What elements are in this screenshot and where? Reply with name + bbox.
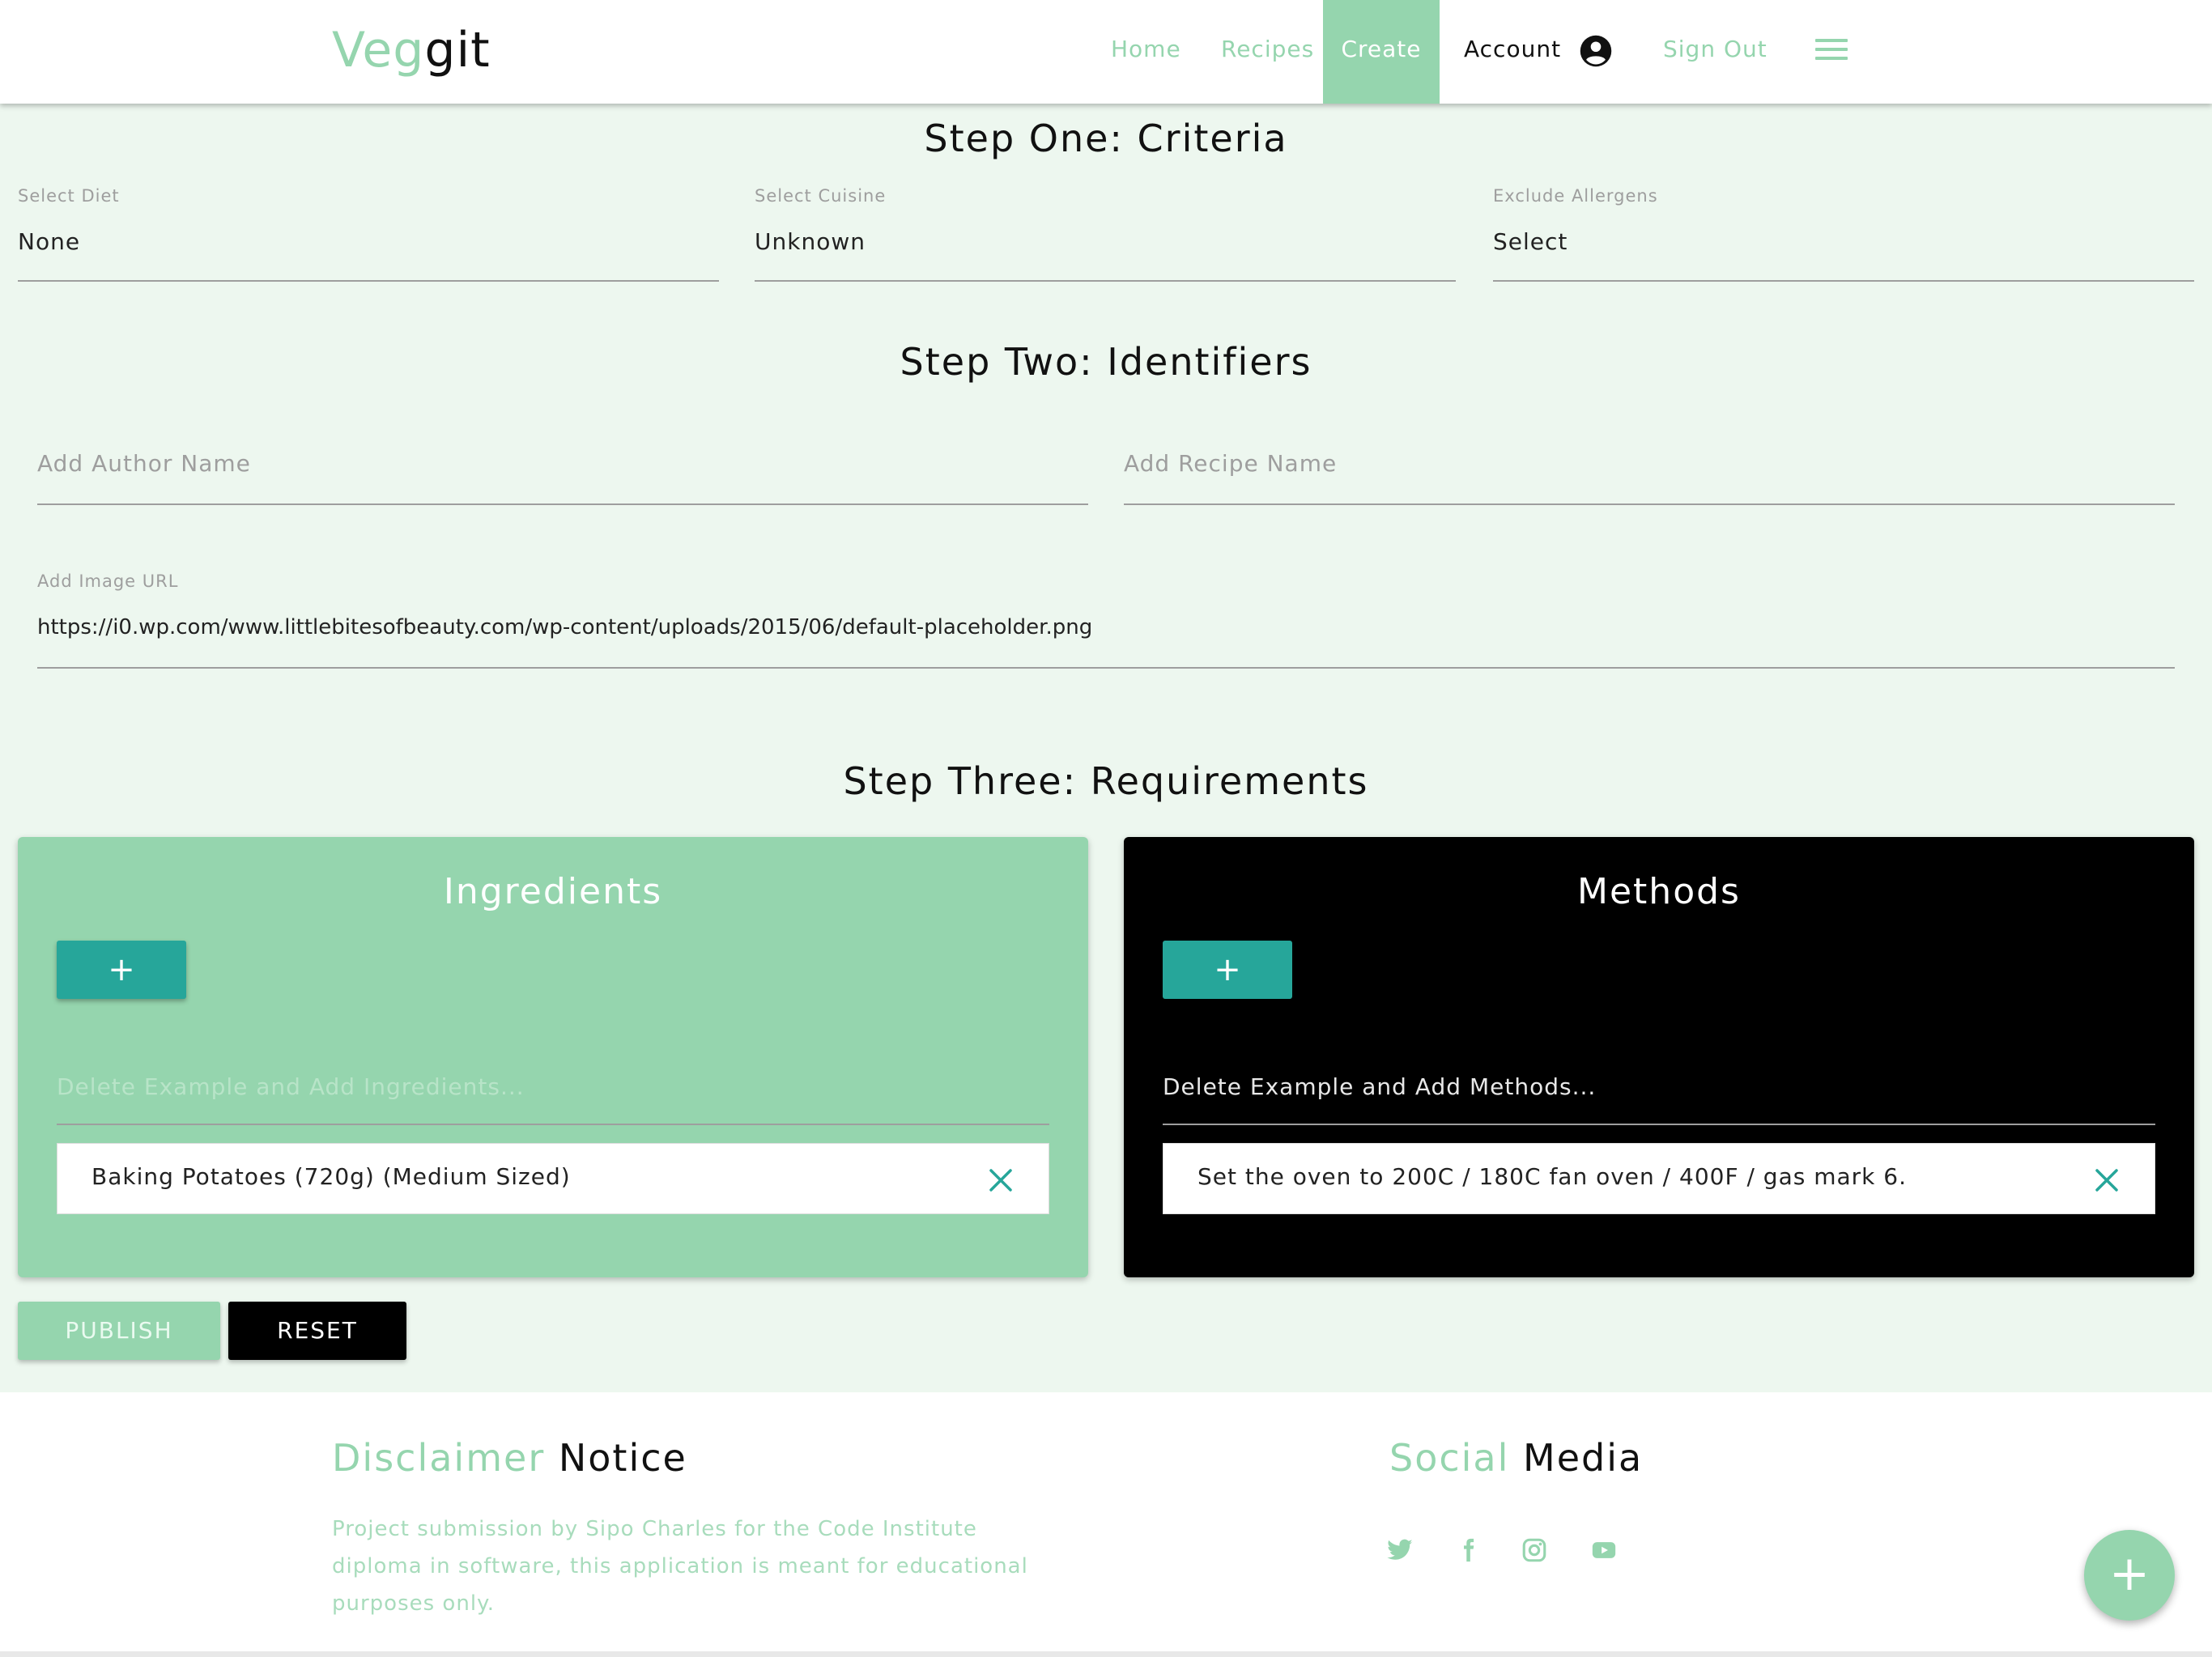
- nav-create[interactable]: Create: [1323, 0, 1440, 104]
- ingredient-item: Baking Potatoes (720g) (Medium Sized): [57, 1143, 1049, 1214]
- nav-account[interactable]: Account: [1464, 0, 1561, 104]
- nav-home[interactable]: Home: [1111, 0, 1181, 104]
- cuisine-select[interactable]: Select Cuisine Unknown: [755, 183, 1456, 282]
- method-input[interactable]: Delete Example and Add Methods...: [1163, 1028, 2155, 1125]
- step-one-heading: Step One: Criteria: [924, 117, 1288, 160]
- top-navbar: Veggit Home Recipes Create Account Sign …: [0, 0, 2212, 104]
- ingredients-card: Ingredients + Delete Example and Add Ing…: [18, 837, 1088, 1277]
- social-heading-accent: Social: [1389, 1436, 1510, 1480]
- step-two-heading: Step Two: Identifiers: [900, 340, 1312, 384]
- diet-value: None: [18, 228, 81, 255]
- author-name-input[interactable]: Add Author Name: [37, 437, 1088, 505]
- method-item: Set the oven to 200C / 180C fan oven / 4…: [1163, 1143, 2155, 1214]
- allergens-value: Select: [1493, 228, 1568, 255]
- cuisine-value: Unknown: [755, 228, 866, 255]
- facebook-icon[interactable]: [1454, 1536, 1482, 1564]
- nav-sign-out[interactable]: Sign Out: [1663, 0, 1767, 104]
- allergens-label: Exclude Allergens: [1493, 186, 1658, 206]
- social-heading-dark: Media: [1523, 1436, 1644, 1480]
- image-url-input[interactable]: Add Image URL https://i0.wp.com/www.litt…: [37, 570, 2175, 669]
- ingredient-placeholder: Delete Example and Add Ingredients...: [57, 1073, 525, 1100]
- image-url-value: https://i0.wp.com/www.littlebitesofbeaut…: [37, 615, 1093, 639]
- add-method-button[interactable]: +: [1163, 941, 1292, 999]
- cuisine-label: Select Cuisine: [755, 186, 887, 206]
- ingredients-title: Ingredients: [443, 871, 663, 912]
- youtube-icon[interactable]: [1590, 1536, 1618, 1564]
- close-icon[interactable]: [989, 1168, 1013, 1192]
- reset-button[interactable]: RESET: [228, 1302, 406, 1360]
- diet-label: Select Diet: [18, 186, 120, 206]
- nav-recipes[interactable]: Recipes: [1221, 0, 1314, 104]
- page-footer: Disclaimer Notice Project submission by …: [0, 1392, 2212, 1657]
- recipe-name-placeholder: Add Recipe Name: [1124, 450, 1338, 477]
- account-circle-icon[interactable]: [1579, 34, 1613, 68]
- publish-button[interactable]: PUBLISH: [18, 1302, 220, 1360]
- allergens-select[interactable]: Exclude Allergens Select: [1493, 183, 2194, 282]
- brand-part-1: Veg: [332, 22, 425, 79]
- bottom-strip: [0, 1651, 2212, 1657]
- method-placeholder: Delete Example and Add Methods...: [1163, 1073, 1597, 1100]
- disclaimer-text: Project submission by Sipo Charles for t…: [332, 1517, 1028, 1616]
- ingredient-item-text: Baking Potatoes (720g) (Medium Sized): [91, 1163, 571, 1190]
- twitter-icon[interactable]: [1386, 1536, 1414, 1564]
- floating-add-button[interactable]: +: [2084, 1530, 2175, 1621]
- add-ingredient-button[interactable]: +: [57, 941, 186, 999]
- diet-select[interactable]: Select Diet None: [18, 183, 719, 282]
- method-item-text: Set the oven to 200C / 180C fan oven / 4…: [1197, 1163, 1907, 1190]
- brand-part-2: git: [424, 22, 491, 79]
- recipe-name-input[interactable]: Add Recipe Name: [1124, 437, 2175, 505]
- methods-title: Methods: [1577, 871, 1741, 912]
- social-heading: Social Media: [1389, 1436, 1643, 1480]
- brand-logo[interactable]: Veggit: [332, 18, 491, 83]
- methods-card: Methods + Delete Example and Add Methods…: [1124, 837, 2194, 1277]
- disclaimer-heading-dark: Notice: [558, 1436, 687, 1480]
- author-name-placeholder: Add Author Name: [37, 450, 251, 477]
- image-url-label: Add Image URL: [37, 571, 179, 591]
- instagram-icon[interactable]: [1521, 1536, 1548, 1564]
- ingredient-input[interactable]: Delete Example and Add Ingredients...: [57, 1028, 1049, 1125]
- step-three-heading: Step Three: Requirements: [843, 759, 1369, 803]
- disclaimer-heading: Disclaimer Notice: [332, 1436, 687, 1480]
- disclaimer-heading-accent: Disclaimer: [332, 1436, 546, 1480]
- close-icon[interactable]: [2095, 1168, 2119, 1192]
- hamburger-menu-icon[interactable]: [1815, 39, 1848, 63]
